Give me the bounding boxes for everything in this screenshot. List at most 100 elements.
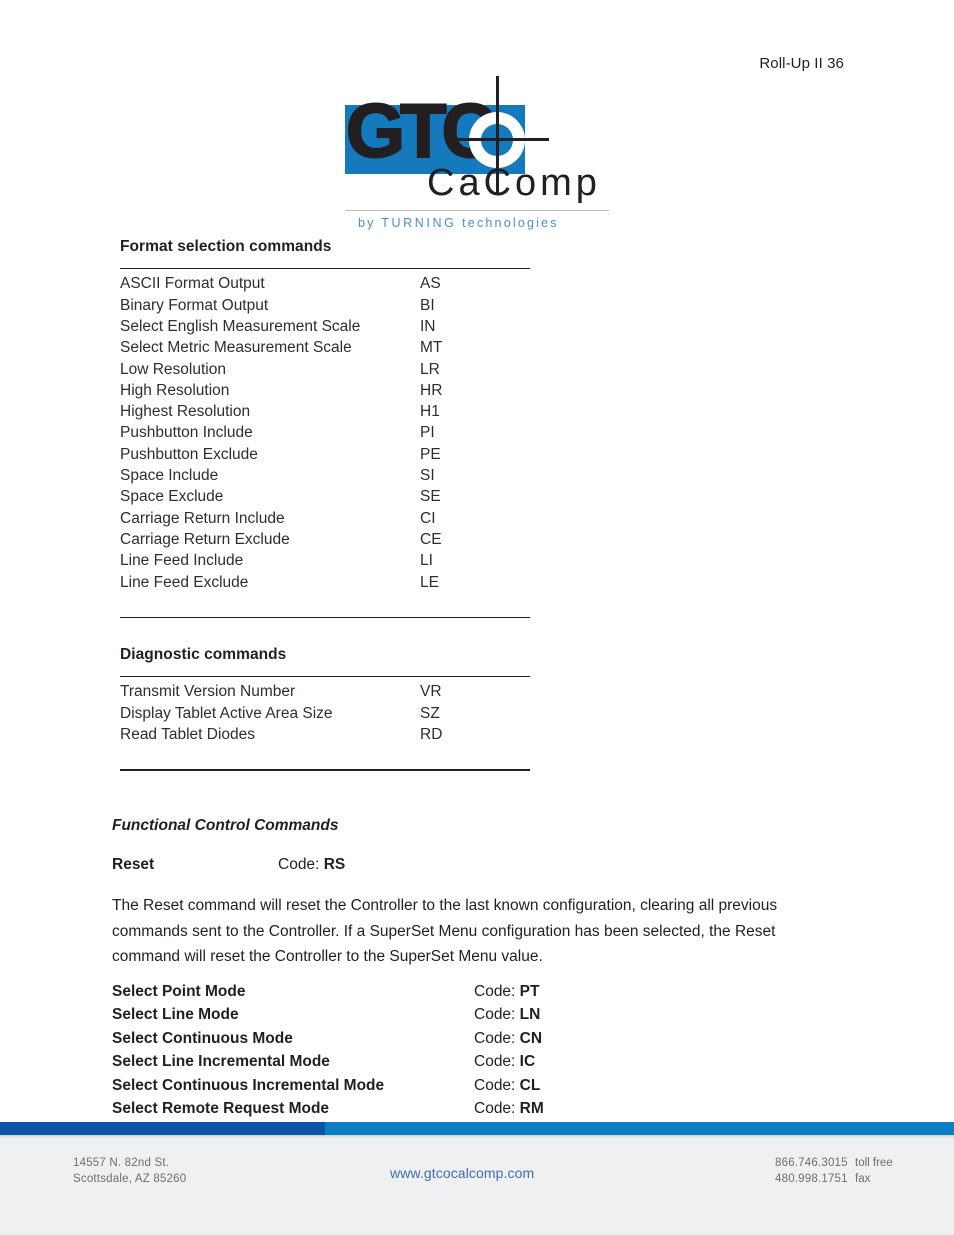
diagnostic-command-code: RD xyxy=(420,725,443,743)
diagnostic-command-label: Read Tablet Diodes xyxy=(120,725,255,743)
footer-contact-label: toll free xyxy=(855,1157,893,1169)
mode-code-value: CN xyxy=(519,1029,543,1047)
table-row: ASCII Format Output AS xyxy=(120,273,530,294)
format-command-code: LR xyxy=(420,360,440,378)
format-command-code: LE xyxy=(420,573,439,591)
footer-address-line-2: Scottsdale, AZ 85260 xyxy=(73,1172,187,1185)
format-command-code: IN xyxy=(420,317,436,335)
table-row: High Resolution HR xyxy=(120,380,530,401)
mode-row: Select Line Mode Code: LN xyxy=(112,1003,712,1026)
diagnostic-command-label: Display Tablet Active Area Size xyxy=(120,704,333,722)
diagnostic-commands-section: Diagnostic commands Transmit Version Num… xyxy=(120,646,530,771)
mode-code: Code: CL xyxy=(474,1074,712,1097)
format-commands-table: ASCII Format Output AS Binary Format Outpu… xyxy=(120,273,530,592)
format-command-label: Select Metric Measurement Scale xyxy=(120,339,352,357)
format-command-label: Space Exclude xyxy=(120,488,224,506)
diagnostic-command-label: Transmit Version Number xyxy=(120,683,296,701)
format-command-code: BI xyxy=(420,296,435,314)
table-row: Transmit Version Number VR xyxy=(120,681,530,702)
mode-code: Code: CN xyxy=(474,1027,712,1050)
format-command-label: High Resolution xyxy=(120,381,230,399)
format-command-code: CI xyxy=(420,509,436,527)
footer-color-bar xyxy=(0,1122,954,1135)
reset-code-label: Code: xyxy=(278,856,320,873)
table-row: Read Tablet Diodes RD xyxy=(120,724,530,745)
table-row: Highest Resolution H1 xyxy=(120,401,530,422)
format-command-label: Space Include xyxy=(120,467,219,485)
footer-website-link[interactable]: www.gtcocalcomp.com xyxy=(390,1165,534,1181)
functional-control-commands-title: Functional Control Commands xyxy=(112,817,339,834)
format-command-code: LI xyxy=(420,552,433,570)
format-command-label: Pushbutton Exclude xyxy=(120,445,258,463)
mode-row: Select Remote Request Mode Code: RM xyxy=(112,1097,712,1120)
footer-contact-row: 480.998.1751 fax xyxy=(775,1172,893,1188)
footer-address: 14557 N. 82nd St. Scottsdale, AZ 85260 xyxy=(73,1156,186,1187)
reset-code-value: RS xyxy=(323,856,346,873)
table-row: Line Feed Include LI xyxy=(120,550,530,571)
table-row: Carriage Return Include CI xyxy=(120,508,530,529)
mode-code-value: PT xyxy=(519,983,540,1000)
table-row: Display Tablet Active Area Size SZ xyxy=(120,703,530,724)
diagnostic-commands-table: Transmit Version Number VR Display Tablet … xyxy=(120,681,530,745)
footer-address-line-1: 14557 N. 82nd St. xyxy=(73,1157,170,1169)
mode-code-value: RM xyxy=(519,1100,544,1118)
format-command-code: MT xyxy=(420,339,443,357)
mode-name: Select Continuous Incremental Mode xyxy=(112,1076,385,1094)
format-command-label: Low Resolution xyxy=(120,360,226,378)
mode-code: Code: IC xyxy=(474,1050,712,1073)
format-command-label: ASCII Format Output xyxy=(120,275,265,293)
logo-brand-calcomp: CaComp xyxy=(427,164,601,202)
format-command-label: Carriage Return Include xyxy=(120,509,285,527)
mode-row: Select Line Incremental Mode Code: IC xyxy=(112,1050,712,1073)
format-table-bottom-rule xyxy=(120,616,530,619)
footer-contact-label: fax xyxy=(855,1172,871,1185)
mode-name: Select Line Mode xyxy=(112,1006,239,1024)
mode-code-value: LN xyxy=(519,1006,541,1024)
mode-code-value: IC xyxy=(519,1053,536,1071)
reset-command-description: The Reset command will reset the Control… xyxy=(112,897,778,965)
mode-row: Select Point Mode Code: PT xyxy=(112,980,712,1003)
footer-contact-row: 866.746.3015 toll free xyxy=(775,1156,893,1172)
mode-code-label: Code: xyxy=(474,1076,520,1094)
format-command-label: Select English Measurement Scale xyxy=(120,317,361,335)
format-command-label: Highest Resolution xyxy=(120,403,251,421)
logo-tagline-turning: TURNING xyxy=(381,216,457,230)
mode-name: Select Continuous Mode xyxy=(112,1029,293,1047)
table-row: Pushbutton Exclude PE xyxy=(120,444,530,465)
format-command-code: HR xyxy=(420,381,443,399)
mode-code: Code: PT xyxy=(474,980,712,1003)
format-command-code: SE xyxy=(420,488,441,506)
mode-row: Select Continuous Incremental Mode Code: … xyxy=(112,1074,712,1097)
mode-code-label: Code: xyxy=(474,983,520,1000)
diagnostic-table-bottom-rule-wrap xyxy=(120,745,530,771)
reset-command-row: Reset Code: RS xyxy=(112,856,612,874)
page-running-head: Roll-Up II 36 xyxy=(759,55,844,72)
mode-name: Select Remote Request Mode xyxy=(112,1100,330,1118)
mode-code-value: CL xyxy=(519,1076,541,1094)
mode-selection-list: Select Point Mode Code: PT Select Line Mod… xyxy=(112,980,712,1120)
table-row: Low Resolution LR xyxy=(120,359,530,380)
format-command-code: PE xyxy=(420,445,441,463)
format-command-label: Pushbutton Include xyxy=(120,424,253,442)
diagnostic-command-code: SZ xyxy=(420,704,440,722)
mode-code-label: Code: xyxy=(474,1006,520,1024)
format-command-label: Binary Format Output xyxy=(120,296,269,314)
logo-tagline-by: by xyxy=(358,216,376,230)
mode-code-label: Code: xyxy=(474,1029,520,1047)
table-row: Carriage Return Exclude CE xyxy=(120,529,530,550)
format-table-bottom-rule-wrap xyxy=(120,593,530,619)
logo-brand-part-ca: Ca xyxy=(427,162,484,204)
footer-bar-left-segment xyxy=(0,1122,325,1135)
format-selection-commands-section: Format selection commands ASCII Format O… xyxy=(120,238,530,619)
diagnostic-table-bottom-rule xyxy=(120,769,530,771)
footer-contact-info: 866.746.3015 toll free 480.998.1751 fax xyxy=(775,1156,893,1187)
mode-row: Select Continuous Mode Code: CN xyxy=(112,1027,712,1050)
logo-crosshair-horizontal-icon xyxy=(447,138,549,141)
reset-command-name: Reset xyxy=(112,856,155,873)
table-row: Space Exclude SE xyxy=(120,486,530,507)
format-selection-heading: Format selection commands xyxy=(120,238,332,255)
table-row: Binary Format Output BI xyxy=(120,295,530,316)
format-command-code: AS xyxy=(420,275,441,293)
footer-contact-number: 480.998.1751 xyxy=(775,1172,848,1185)
mode-selection-table: Select Point Mode Code: PT Select Line Mod… xyxy=(112,980,712,1120)
